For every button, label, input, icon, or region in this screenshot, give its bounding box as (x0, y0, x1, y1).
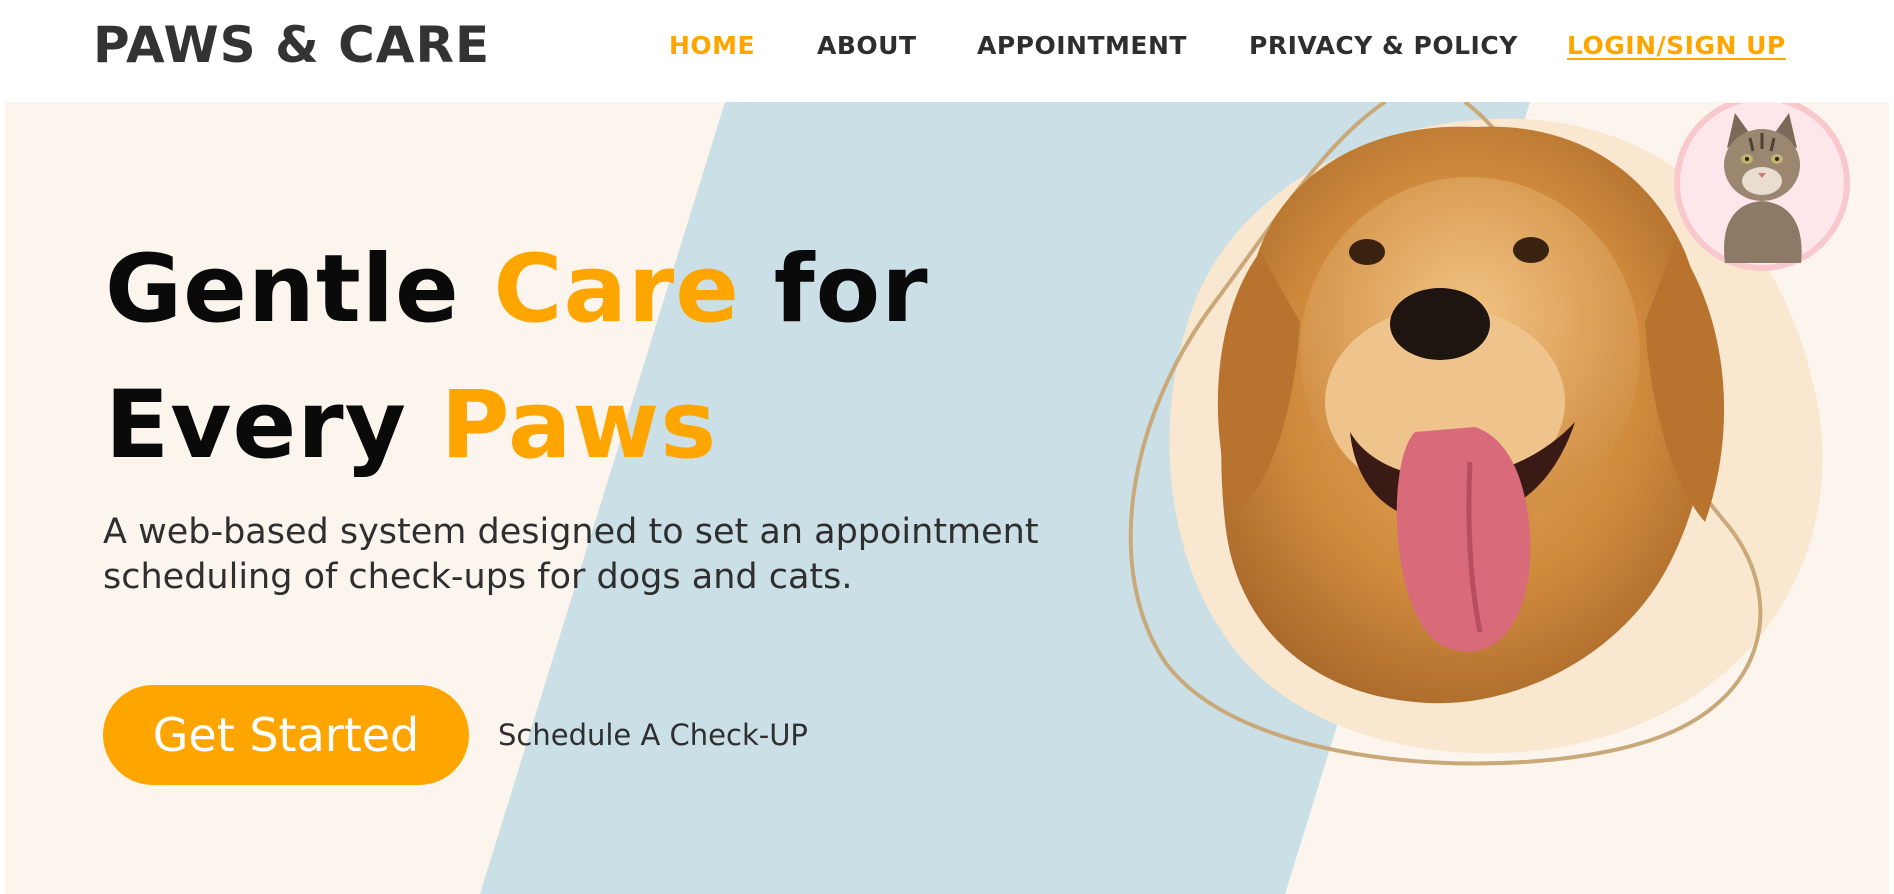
hero-headline: Gentle Care for Every Paws (105, 222, 929, 494)
nav-about-link[interactable]: ABOUT (817, 26, 917, 66)
get-started-button[interactable]: Get Started (103, 685, 469, 785)
hero-subtitle: A web-based system designed to set an ap… (103, 512, 1039, 597)
cat-avatar-icon (1674, 103, 1850, 271)
nav-home-link[interactable]: HOME (669, 26, 755, 66)
headline-text: for (740, 235, 929, 344)
headline-accent-care: Care (493, 235, 740, 344)
brand-logo[interactable]: PAWS & CARE (93, 14, 490, 76)
nav-appointment-link[interactable]: APPOINTMENT (977, 26, 1187, 66)
nav-privacy-policy-link[interactable]: PRIVACY & POLICY (1249, 26, 1518, 66)
schedule-checkup-link[interactable]: Schedule A Check-UP (498, 718, 808, 752)
login-signup-link[interactable]: LOGIN/SIGN UP (1567, 26, 1786, 66)
headline-accent-paws: Paws (440, 371, 718, 480)
headline-text: Gentle (105, 235, 494, 344)
headline-text: Every (105, 371, 441, 480)
hero-section: Gentle Care for Every Paws A web-based s… (5, 102, 1889, 894)
site-header: PAWS & CARE HOME ABOUT APPOINTMENT PRIVA… (0, 0, 1894, 102)
